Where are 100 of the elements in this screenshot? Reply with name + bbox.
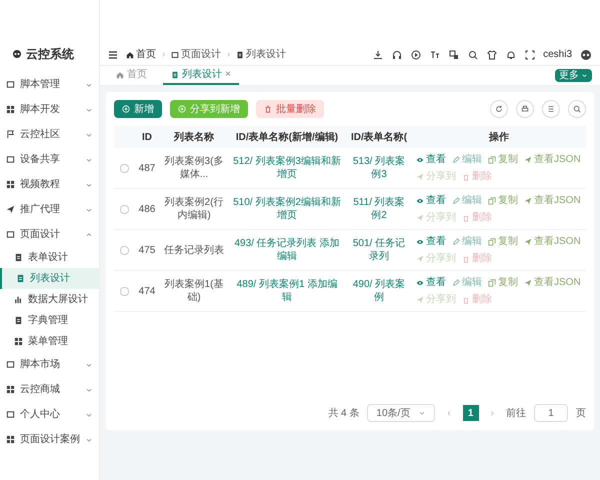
sidebar-subitem[interactable]: 菜单管理 bbox=[0, 331, 99, 352]
home-icon bbox=[116, 70, 124, 78]
send-icon bbox=[524, 196, 532, 204]
sidebar-item[interactable]: 脚本市场 bbox=[0, 352, 99, 377]
trash-icon bbox=[462, 214, 470, 222]
more-button[interactable]: 更多 bbox=[555, 69, 592, 82]
download-icon[interactable] bbox=[373, 50, 384, 60]
robot-logo-icon bbox=[12, 49, 22, 59]
action-link[interactable]: 编辑 bbox=[452, 152, 482, 167]
menu-icon[interactable] bbox=[108, 50, 118, 60]
action-link[interactable]: 查看 bbox=[416, 152, 446, 167]
box-icon bbox=[6, 155, 15, 164]
table-cell-text: 489/ 列表案例1 添加编辑 bbox=[236, 278, 338, 304]
search-icon bbox=[573, 105, 581, 113]
page-suffix: 页 bbox=[576, 406, 586, 420]
trash-icon bbox=[462, 296, 470, 304]
action-link[interactable]: 复制 bbox=[488, 275, 518, 290]
table-cell-text: 490/ 列表案例 bbox=[352, 278, 406, 304]
sidebar-item[interactable]: 页面设计 bbox=[0, 222, 99, 247]
toolbar-button[interactable]: 新增 bbox=[114, 100, 162, 118]
columns-icon bbox=[547, 105, 555, 113]
play-icon[interactable] bbox=[411, 50, 422, 60]
sidebar-subitem[interactable]: 字典管理 bbox=[0, 310, 99, 331]
user-name[interactable]: ceshi3 bbox=[543, 47, 572, 62]
action-link[interactable]: 复制 bbox=[488, 193, 518, 208]
pencil-icon bbox=[452, 156, 460, 164]
send-icon bbox=[416, 296, 424, 304]
bar-chart-icon bbox=[14, 295, 23, 304]
row-checkbox[interactable] bbox=[120, 204, 128, 214]
toolbar-icon-button[interactable] bbox=[516, 100, 534, 118]
action-link[interactable]: 查看JSON bbox=[524, 152, 581, 167]
action-link[interactable]: 复制 bbox=[488, 152, 518, 167]
table-cell-text: 513/ 列表案例3 bbox=[352, 155, 406, 181]
goto-label: 前往 bbox=[506, 406, 526, 420]
sidebar-item[interactable]: 设备共享 bbox=[0, 147, 99, 172]
action-link[interactable]: 查看 bbox=[416, 193, 446, 208]
action-link[interactable]: 查看JSON bbox=[524, 234, 581, 249]
sidebar-item[interactable]: 推广代理 bbox=[0, 197, 99, 222]
sidebar-item[interactable]: 个人中心 bbox=[0, 402, 99, 427]
close-icon[interactable]: × bbox=[225, 67, 231, 82]
plus-circle-icon bbox=[122, 105, 130, 113]
grid-icon bbox=[6, 105, 15, 114]
action-link[interactable]: 编辑 bbox=[452, 275, 482, 290]
sidebar-subitem[interactable]: 表单设计 bbox=[0, 247, 99, 268]
action-link[interactable]: 查看 bbox=[416, 275, 446, 290]
text-size-icon[interactable] bbox=[430, 50, 440, 60]
fullscreen-icon[interactable] bbox=[525, 50, 536, 60]
copy-icon bbox=[488, 278, 496, 286]
eye-icon bbox=[416, 278, 424, 286]
breadcrumb-link[interactable]: 列表设计 bbox=[236, 47, 286, 62]
page-button[interactable]: 1 bbox=[462, 405, 479, 421]
bell-icon[interactable] bbox=[506, 50, 516, 60]
headset-icon[interactable] bbox=[392, 50, 402, 60]
pencil-icon bbox=[452, 196, 460, 204]
sidebar-item[interactable]: 视频教程 bbox=[0, 172, 99, 197]
column-header: ID/表单名称( bbox=[350, 130, 408, 144]
send-icon bbox=[524, 278, 532, 286]
sidebar-item[interactable]: 脚本开发 bbox=[0, 97, 99, 122]
table-cell-text: 510/ 列表案例2编辑和新增页 bbox=[232, 196, 342, 222]
pencil-icon bbox=[452, 238, 460, 246]
grid-icon bbox=[6, 435, 15, 444]
copy-icon bbox=[488, 196, 496, 204]
eye-icon bbox=[416, 238, 424, 246]
breadcrumb-link[interactable]: 页面设计 bbox=[171, 47, 221, 62]
sidebar-item[interactable]: 脚本管理 bbox=[0, 72, 99, 97]
sidebar-subitem[interactable]: 数据大屏设计 bbox=[0, 289, 99, 310]
sidebar-item[interactable]: 云控社区 bbox=[0, 122, 99, 147]
toolbar-icon-button[interactable] bbox=[568, 100, 586, 118]
table-cell-text: 474 bbox=[138, 284, 156, 298]
action-link[interactable]: 查看JSON bbox=[524, 275, 581, 290]
row-checkbox[interactable] bbox=[120, 246, 128, 254]
action-link[interactable]: 查看 bbox=[416, 234, 446, 249]
sidebar-item[interactable]: 页面设计案例 bbox=[0, 427, 99, 452]
send-icon bbox=[524, 156, 532, 164]
copy-icon bbox=[488, 156, 496, 164]
row-checkbox[interactable] bbox=[120, 286, 128, 296]
action-link[interactable]: 查看JSON bbox=[524, 193, 581, 208]
trash-icon bbox=[462, 172, 470, 180]
sidebar-item[interactable]: 云控商城 bbox=[0, 377, 99, 402]
send-icon bbox=[416, 254, 424, 262]
tab[interactable]: 首页 bbox=[108, 66, 155, 85]
send-icon bbox=[524, 238, 532, 246]
document-icon bbox=[14, 253, 23, 262]
column-header: 列表名称 bbox=[172, 130, 215, 144]
avatar-icon[interactable] bbox=[580, 48, 592, 60]
action-link[interactable]: 编辑 bbox=[452, 234, 482, 249]
page-size-select[interactable]: 10条/页 bbox=[367, 404, 436, 422]
column-header: ID/表单名称(新增/编辑) bbox=[234, 130, 340, 144]
clipboard-icon bbox=[236, 50, 244, 58]
toolbar-icon-button[interactable] bbox=[542, 100, 560, 118]
action-link[interactable]: 复制 bbox=[488, 234, 518, 249]
sidebar-subitem[interactable]: 列表设计 bbox=[0, 268, 99, 289]
action-link[interactable]: 编辑 bbox=[452, 193, 482, 208]
search-icon[interactable] bbox=[468, 50, 478, 60]
toolbar-icon-button[interactable] bbox=[490, 100, 508, 118]
clipboard-icon bbox=[171, 70, 179, 78]
breadcrumb-link[interactable]: 首页 bbox=[126, 47, 156, 62]
shirt-icon[interactable] bbox=[487, 50, 498, 60]
row-checkbox[interactable] bbox=[120, 164, 128, 172]
page-number-field[interactable]: 1 bbox=[534, 404, 568, 422]
